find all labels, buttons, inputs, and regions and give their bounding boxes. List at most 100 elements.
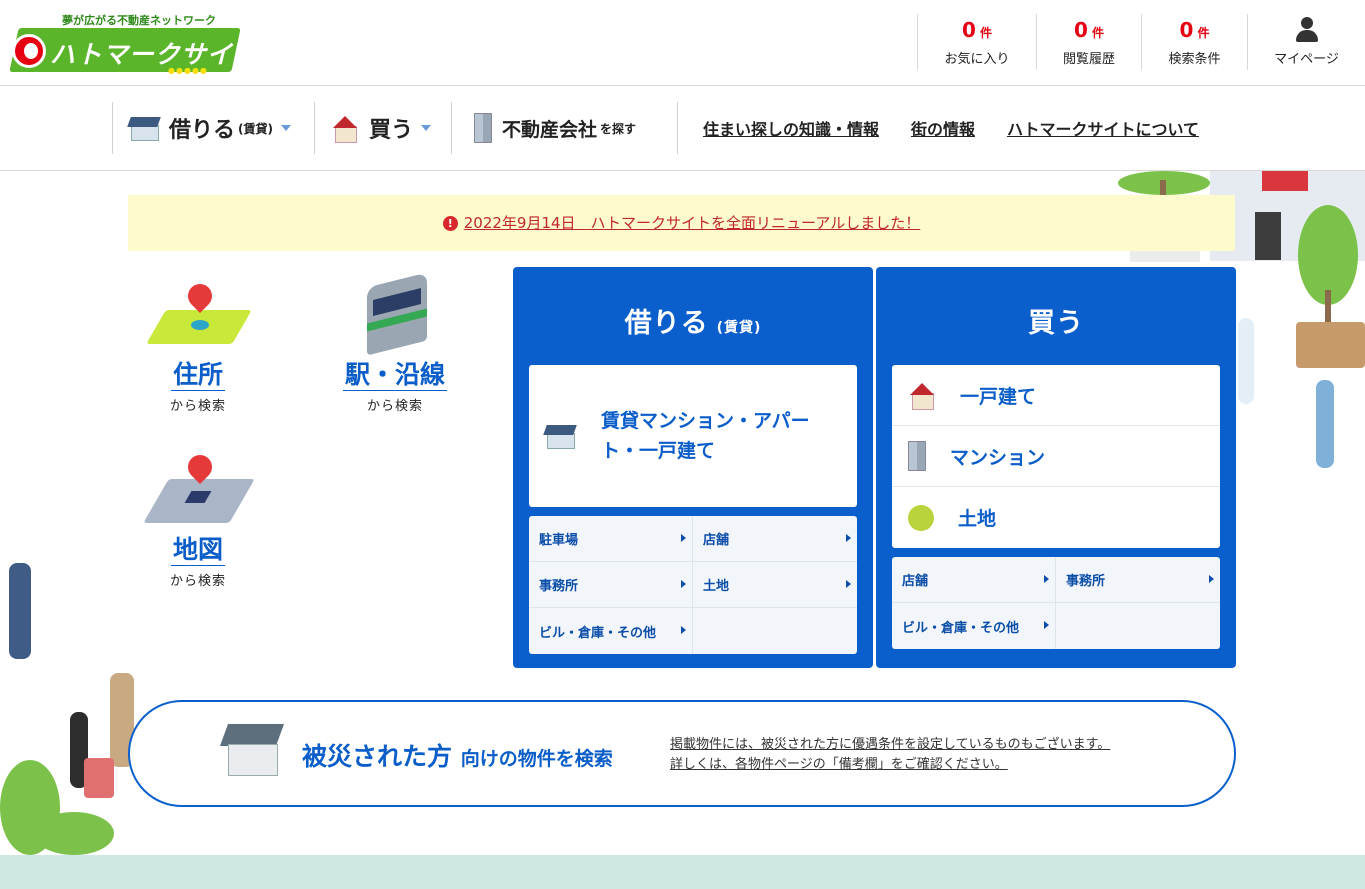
main-nav: 借りる (賃貸) 買う 不動産会社 を探す 住まい探しの知識・情報 街の情報 ハ…: [0, 86, 1365, 171]
buy-mansion-label: マンション: [950, 446, 1046, 469]
mypage-button[interactable]: マイページ: [1247, 14, 1365, 70]
nav-rent[interactable]: 借りる (賃貸): [112, 102, 314, 154]
nav-buy[interactable]: 買う: [314, 102, 451, 154]
nav-link-town[interactable]: 街の情報: [911, 116, 975, 140]
rental-house-icon: [545, 423, 575, 449]
favorites-unit: 件: [979, 26, 992, 40]
history-counter[interactable]: 0件 閲覧履歴: [1036, 14, 1141, 70]
rent-residential-button[interactable]: 賃貸マンション・アパート・一戸建て: [529, 365, 857, 507]
land-sign-icon: [908, 504, 934, 531]
disaster-note-line-2: 詳しくは、各物件ページの「備考欄」をご確認ください。: [670, 757, 1008, 772]
disaster-title-main: 被災された方: [302, 742, 453, 771]
buy-office-link[interactable]: 事務所: [1056, 557, 1220, 603]
logo-dots-icon: ●●●●●: [168, 66, 208, 75]
rent-sub-menu: 駐車場 店舗 事務所 土地 ビル・倉庫・その他: [529, 516, 857, 654]
notice-link[interactable]: 2022年9月14日 ハトマークサイトを全面リニューアルしました！: [464, 214, 921, 232]
disaster-note: 掲載物件には、被災された方に優遇条件を設定しているものもございます。 詳しくは、…: [670, 735, 1110, 775]
businessman-illustration: [9, 563, 31, 659]
search-by-station[interactable]: 駅・沿線 から検索: [315, 272, 475, 414]
rent-land-link[interactable]: 土地: [693, 562, 857, 608]
rent-empty-cell: [693, 608, 857, 654]
tree-illustration: [34, 812, 114, 855]
saved-search-counter[interactable]: 0件 検索条件: [1141, 14, 1247, 70]
nav-link-knowledge[interactable]: 住まい探しの知識・情報: [703, 116, 879, 140]
nav-buy-label: 買う: [369, 118, 414, 143]
building-icon: [474, 113, 492, 143]
favorites-label: お気に入り: [944, 52, 1010, 67]
awning-illustration: [1262, 171, 1308, 191]
buy-sub-menu: 店舗 事務所 ビル・倉庫・その他: [892, 557, 1220, 649]
history-label: 閲覧履歴: [1062, 52, 1115, 67]
house-icon: [219, 724, 285, 780]
saved-search-unit: 件: [1197, 26, 1210, 40]
rental-house-icon: [129, 115, 159, 141]
map-title: 地図: [170, 535, 225, 566]
user-icon: [1295, 17, 1319, 43]
address-pin-icon: [146, 279, 252, 360]
disaster-note-line-1: 掲載物件には、被災された方に優遇条件を設定しているものもございます。: [670, 737, 1111, 752]
house-icon: [331, 114, 359, 143]
rent-residential-label: 賃貸マンション・アパート・一戸建て: [601, 410, 810, 462]
woman-illustration: [1316, 380, 1334, 468]
history-count: 0: [1074, 18, 1088, 42]
station-sub: から検索: [366, 399, 423, 414]
nav-rent-sub: (賃貸): [238, 121, 273, 136]
logo-name: ハトマークサイト: [50, 40, 259, 69]
flowerbed-illustration: [1296, 322, 1365, 368]
hatomark-icon: [12, 34, 46, 68]
site-logo[interactable]: 夢が広がる不動産ネットワーク ハトマークサイト ●●●●●: [9, 10, 258, 78]
rent-panel: 借りる (賃貸) 賃貸マンション・アパート・一戸建て 駐車場 店舗 事務所 土地 …: [513, 267, 873, 668]
rent-office-link[interactable]: 事務所: [529, 562, 693, 608]
house-icon: [908, 381, 936, 410]
logo-tagline: 夢が広がる不動産ネットワーク: [62, 14, 216, 27]
buy-main-list: 一戸建て マンション 土地: [892, 365, 1220, 548]
saved-search-count: 0: [1179, 18, 1194, 42]
signboard-illustration: [1255, 212, 1281, 260]
saved-search-label: 検索条件: [1168, 52, 1221, 67]
buy-house-button[interactable]: 一戸建て: [892, 365, 1220, 426]
notice-banner: ! 2022年9月14日 ハトマークサイトを全面リニューアルしました！: [128, 195, 1235, 251]
address-title: 住所: [170, 360, 225, 391]
buy-other-link[interactable]: ビル・倉庫・その他: [892, 603, 1056, 649]
train-icon: [345, 272, 445, 360]
buy-empty-cell: [1056, 603, 1220, 649]
buy-title: 買う: [1028, 308, 1084, 339]
history-unit: 件: [1091, 26, 1104, 40]
disaster-title: 被災された方 向けの物件を検索: [302, 737, 613, 773]
rent-title-sub: (賃貸): [716, 320, 762, 336]
rent-store-link[interactable]: 店舗: [693, 516, 857, 562]
site-header: 夢が広がる不動産ネットワーク ハトマークサイト ●●●●● 0件 お気に入り 0…: [0, 0, 1365, 86]
address-sub: から検索: [169, 399, 226, 414]
nav-link-about[interactable]: ハトマークサイトについて: [1007, 116, 1199, 140]
favorites-count: 0: [962, 18, 976, 42]
nav-company-sub: を探す: [600, 121, 637, 136]
buy-land-button[interactable]: 土地: [892, 487, 1220, 548]
buy-land-label: 土地: [958, 508, 997, 530]
map-pin-icon: [143, 450, 255, 535]
search-by-address[interactable]: 住所 から検索: [118, 279, 278, 414]
nav-rent-label: 借りる: [169, 118, 236, 143]
rent-other-link[interactable]: ビル・倉庫・その他: [529, 608, 693, 654]
favorites-counter[interactable]: 0件 お気に入り: [917, 14, 1036, 70]
building-icon: [908, 441, 926, 471]
nav-company[interactable]: 不動産会社 を探す: [451, 102, 678, 154]
rent-title: 借りる: [624, 308, 709, 339]
disaster-title-rest: 向けの物件を検索: [460, 748, 613, 770]
footer-band: [0, 855, 1365, 889]
nav-company-label: 不動産会社: [502, 118, 598, 141]
mypage-label: マイページ: [1274, 52, 1339, 67]
search-by-map[interactable]: 地図 から検索: [118, 450, 278, 589]
stroller-illustration: [84, 758, 114, 798]
map-sub: から検索: [169, 574, 226, 589]
disaster-search-banner[interactable]: 被災された方 向けの物件を検索 掲載物件には、被災された方に優遇条件を設定してい…: [128, 700, 1236, 807]
chevron-down-icon: [281, 125, 291, 131]
buy-store-link[interactable]: 店舗: [892, 557, 1056, 603]
rent-parking-link[interactable]: 駐車場: [529, 516, 693, 562]
buy-mansion-button[interactable]: マンション: [892, 426, 1220, 487]
buy-panel: 買う 一戸建て マンション 土地 店舗 事務所 ビル・倉庫・その他: [876, 267, 1236, 668]
station-title: 駅・沿線: [342, 360, 447, 391]
chevron-down-icon: [421, 125, 432, 131]
woman-illustration: [1238, 318, 1254, 404]
rent-panel-title: 借りる (賃貸): [529, 301, 857, 365]
alert-icon: !: [442, 216, 458, 231]
